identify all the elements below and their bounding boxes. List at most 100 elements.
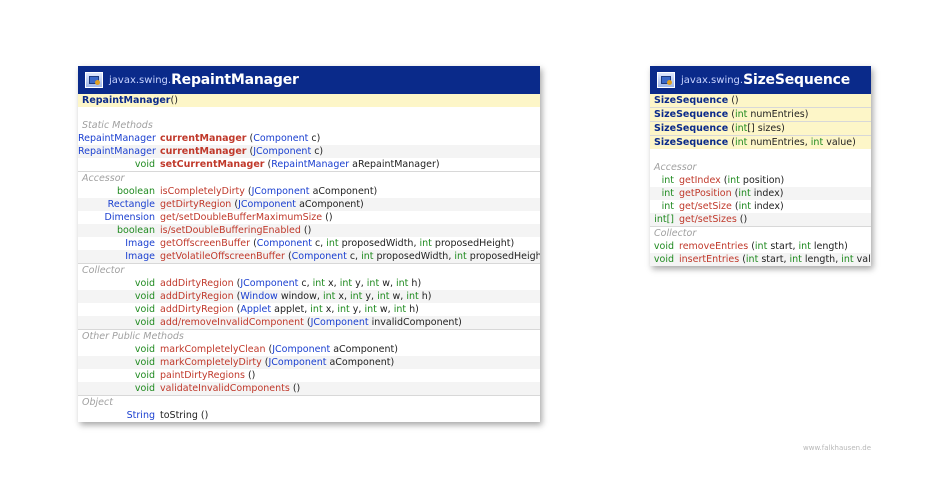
param-type: Applet — [240, 304, 272, 315]
param-text: y, — [352, 278, 367, 289]
return-type: void — [134, 383, 155, 394]
section-title: Object — [78, 395, 540, 409]
method-row: void addDirtyRegion (JComponent c, int x,… — [78, 277, 540, 290]
primitive-type: int — [419, 238, 432, 249]
method-name: currentManager — [160, 146, 247, 157]
method-name: getIndex — [679, 175, 721, 186]
param-text: window, — [277, 291, 323, 302]
param-text: ( — [250, 238, 257, 249]
param-text: c, — [298, 278, 313, 289]
primitive-type: int — [738, 201, 751, 212]
constructor-row: RepaintManager () — [78, 94, 540, 107]
param-text: x, — [335, 291, 351, 302]
primitive-type: int — [393, 304, 407, 315]
return-type: void — [134, 357, 155, 368]
return-type: RepaintManager — [78, 146, 156, 157]
param-text: ( — [748, 241, 755, 252]
param-text: value) — [856, 254, 871, 265]
param-type: JComponent — [268, 357, 327, 368]
constructor-name: RepaintManager — [82, 95, 171, 106]
param-text: numEntries) — [747, 109, 809, 120]
section-title: Accessor — [78, 171, 540, 185]
method-row: void paintDirtyRegions () — [78, 369, 540, 382]
class-name: SizeSequence — [743, 72, 851, 88]
method-name: getVolatileOffscreenBuffer — [160, 251, 285, 262]
primitive-type: int — [841, 254, 854, 265]
param-text: y, — [362, 291, 378, 302]
primitive-type: int — [350, 291, 363, 302]
member-list: SizeSequence () SizeSequence (int numEntr… — [650, 94, 871, 266]
constructor-params: () — [170, 95, 178, 106]
param-text: index) — [750, 201, 784, 212]
size-sequence-class-box: javax.swing. SizeSequence SizeSequence (… — [650, 66, 871, 266]
param-type: Component — [256, 238, 312, 249]
param-text: proposedHeight) — [469, 251, 540, 262]
param-text: ( — [728, 109, 735, 120]
param-text: w, — [389, 291, 407, 302]
method-row: void validateInvalidComponents () — [78, 382, 540, 395]
return-type: int[] — [654, 214, 674, 225]
primitive-type: int — [322, 291, 336, 302]
primitive-type: int — [789, 254, 802, 265]
param-text: position) — [739, 175, 785, 186]
param-text: h) — [406, 304, 419, 315]
param-text: w, — [376, 304, 394, 315]
param-text: ( — [303, 317, 311, 328]
param-text: ( — [233, 304, 241, 315]
primitive-type: int — [361, 251, 374, 262]
param-text: [] sizes) — [747, 123, 785, 134]
constructor-row: SizeSequence (int numEntries) — [650, 107, 871, 121]
constructor-row: SizeSequence () — [650, 94, 871, 107]
param-text: index) — [750, 188, 784, 199]
return-type: void — [134, 291, 155, 302]
primitive-type: int — [754, 241, 768, 252]
param-text: () — [289, 383, 301, 394]
method-name: toString — [160, 410, 198, 421]
primitive-type: int — [337, 304, 350, 315]
method-name: removeEntries — [679, 241, 749, 252]
primitive-type: int — [454, 251, 467, 262]
class-icon — [657, 72, 675, 88]
return-type: void — [134, 344, 155, 355]
primitive-type: int — [734, 123, 748, 134]
return-type: RepaintManager — [78, 133, 156, 144]
primitive-type: int — [326, 238, 339, 249]
method-name: get/setSizes — [679, 214, 737, 225]
method-row: int getIndex (int position) — [650, 174, 871, 187]
constructor-name: SizeSequence — [654, 123, 729, 134]
method-row: int getPosition (int index) — [650, 187, 871, 200]
method-name: get/setSize — [679, 201, 732, 212]
param-text: proposedHeight) — [431, 238, 515, 249]
param-text: h) — [418, 291, 432, 302]
method-row: void markCompletelyClean (JComponent aCom… — [78, 343, 540, 356]
member-list: RepaintManager () Static Methods RepaintM… — [78, 94, 540, 422]
param-text: ( — [728, 123, 735, 134]
param-type: Window — [240, 291, 278, 302]
param-type: Component — [291, 251, 347, 262]
method-row: void markCompletelyDirty (JComponent aCom… — [78, 356, 540, 369]
method-name: markCompletelyClean — [160, 344, 266, 355]
param-text: w, — [379, 278, 397, 289]
primitive-type: int — [396, 278, 409, 289]
primitive-type: int — [734, 109, 748, 120]
method-row: boolean is/setDoubleBufferingEnabled () — [78, 224, 540, 237]
method-name: validateInvalidComponents — [160, 383, 290, 394]
param-text: aComponent) — [330, 344, 398, 355]
primitive-type: int — [810, 137, 824, 148]
constructor-name: SizeSequence — [654, 137, 729, 148]
return-type: boolean — [117, 225, 155, 236]
repaint-manager-class-box: javax.swing. RepaintManager RepaintManag… — [78, 66, 540, 422]
package-name: javax.swing. — [681, 74, 744, 86]
primitive-type: int — [339, 278, 353, 289]
param-text: numEntries, — [747, 137, 811, 148]
section-title: Static Methods — [82, 120, 153, 131]
param-text: ( — [731, 201, 739, 212]
param-type: JComponent — [272, 344, 331, 355]
param-text: ( — [720, 175, 728, 186]
primitive-type: int — [406, 291, 419, 302]
param-text: () — [197, 410, 209, 421]
primitive-type: int — [745, 254, 759, 265]
method-row: void setCurrentManager (RepaintManager aR… — [78, 158, 540, 171]
method-row: Image getVolatileOffscreenBuffer (Compone… — [78, 250, 540, 263]
